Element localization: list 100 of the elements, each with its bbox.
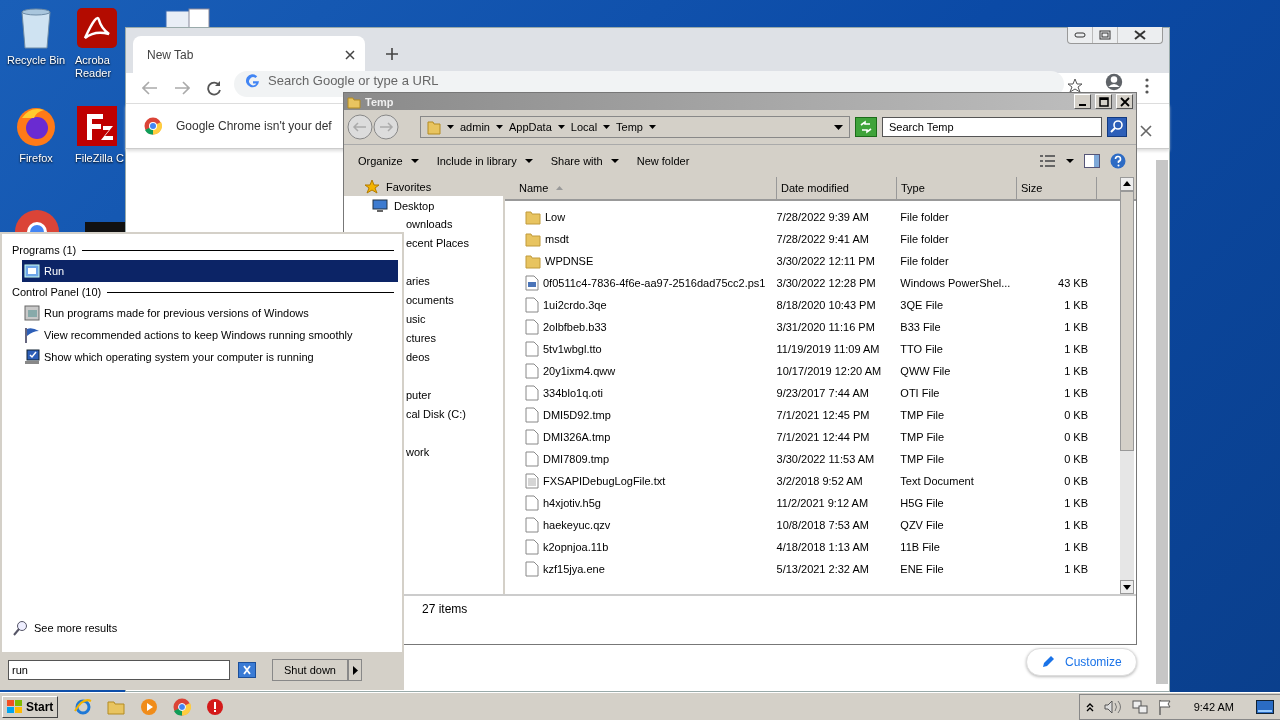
table-cell-text: File folder [900, 211, 950, 223]
table-cell: 1 KB [1064, 321, 1088, 333]
file-name[interactable]: 2olbfbeb.b33 [543, 321, 607, 333]
file-name[interactable]: 334blo1q.oti [543, 387, 603, 399]
search-result[interactable]: Run programs made for previous versions of Windows [6, 302, 398, 324]
table-cell-text: TMP File [900, 453, 946, 465]
browser-tab[interactable]: New Tab [133, 36, 365, 73]
sidebar-item[interactable]: Favorites [344, 177, 503, 196]
file-name[interactable]: DMI326A.tmp [543, 431, 611, 443]
section-heading: Programs (1) [12, 244, 77, 256]
table-cell: 1 KB [1064, 497, 1088, 509]
section-heading: Control Panel (10) [12, 286, 102, 298]
customize-button[interactable]: Customize [1026, 648, 1137, 676]
search-field[interactable]: Search Temp [882, 117, 1102, 137]
table-cell-text: 3/30/2022 11:53 AM [776, 453, 876, 465]
file-name[interactable]: haekeyuc.qzv [543, 519, 611, 531]
table-cell-text: 11B File [900, 541, 941, 553]
table-cell: 1 KB [1064, 299, 1088, 311]
table-cell-text: 11/19/2019 11:09 AM [776, 343, 881, 355]
file-name[interactable]: msdt [545, 233, 569, 245]
file-name[interactable]: 1ui2crdo.3qe [543, 299, 607, 311]
clock: 9:42 AM [1193, 701, 1234, 713]
table-cell-text: 3/30/2022 12:28 PM [776, 277, 877, 289]
sidebar-item[interactable]: deos [406, 348, 503, 367]
item-count: 27 items [422, 602, 468, 616]
column-header[interactable]: Date modified [777, 177, 897, 199]
table-cell-text: 3QE File [900, 299, 945, 311]
search-result[interactable]: Run [22, 260, 398, 282]
desktop-icon-label: Firefox [18, 152, 54, 165]
toolbar-button[interactable]: Include in library [432, 153, 537, 169]
sidebar-item[interactable]: puter [406, 386, 503, 405]
table-cell-text: QZV File [900, 519, 945, 531]
table-cell: 43 KB [1058, 277, 1088, 289]
file-name[interactable]: kzf15jya.ene [543, 563, 605, 575]
table-cell: 1 KB [1064, 387, 1088, 399]
file-name[interactable]: h4xjotiv.h5g [543, 497, 601, 509]
file-name[interactable]: 5tv1wbgl.tto [543, 343, 602, 355]
address-bar[interactable]: admin AppData Local Temp [420, 116, 850, 138]
toolbar-button[interactable]: Organize [354, 153, 423, 169]
table-cell-text: 3/2/2018 9:52 AM [776, 475, 864, 487]
table-cell-text: 7/1/2021 12:44 PM [776, 431, 871, 443]
table-cell: 1 KB [1064, 519, 1088, 531]
sidebar-item[interactable]: work [406, 443, 503, 462]
table-cell-text: Windows PowerShel... [900, 277, 1012, 289]
column-header[interactable]: Type [897, 177, 1017, 199]
table-cell-text: OTI File [900, 387, 941, 399]
sidebar-item[interactable]: ownloads [406, 215, 503, 234]
start-button[interactable]: Start [2, 696, 59, 718]
table-cell-text: ENE File [900, 563, 945, 575]
file-name[interactable]: Low [545, 211, 566, 223]
table-cell-text: 4/18/2018 1:13 AM [776, 541, 870, 553]
table-cell-text: TTO File [900, 343, 944, 355]
file-name[interactable]: WPDNSE [545, 255, 594, 267]
file-name[interactable]: FXSAPIDebugLogFile.txt [543, 475, 666, 487]
sidebar-item[interactable]: cal Disk (C:) [406, 405, 503, 424]
breadcrumb-item[interactable]: Local [570, 121, 598, 133]
window-title: Temp [365, 95, 394, 108]
table-cell: 0 KB [1064, 453, 1088, 465]
table-cell-text: 7/28/2022 9:41 AM [776, 233, 870, 245]
search-result[interactable]: Show which operating system your computer is running [6, 346, 398, 368]
breadcrumb-item[interactable]: Temp [616, 121, 643, 133]
breadcrumb-item[interactable]: AppData [508, 121, 552, 133]
table-cell-text: TMP File [900, 409, 946, 421]
breadcrumb-item[interactable]: admin [460, 121, 490, 133]
infobar-message: Google Chrome isn't your def [176, 119, 332, 133]
address-placeholder: Search Google or type a URL [268, 74, 439, 88]
table-cell-text: 11/2/2021 9:12 AM [776, 497, 870, 509]
sidebar-item[interactable]: aries [406, 272, 503, 291]
toolbar-button[interactable]: New folder [632, 153, 694, 169]
table-cell: 0 KB [1064, 409, 1088, 421]
table-cell-text: 5/13/2021 2:32 AM [776, 563, 870, 575]
file-name[interactable]: k2opnjoa.11b [543, 541, 609, 553]
table-cell: 1 KB [1064, 541, 1088, 553]
sidebar-item[interactable]: ctures [406, 329, 503, 348]
sidebar-item[interactable]: ecent Places [406, 234, 503, 253]
table-cell-text: H5G File [900, 497, 945, 509]
file-name[interactable]: DMI7809.tmp [543, 453, 610, 465]
file-name[interactable]: 20y1ixm4.qww [543, 365, 616, 377]
search-field[interactable]: run [8, 660, 230, 680]
see-more-results-link[interactable]: See more results [6, 620, 398, 636]
table-cell-text: 3/30/2022 12:11 PM [776, 255, 876, 267]
table-cell-text: File folder [900, 233, 950, 245]
shut-down-button[interactable]: Shut down [272, 659, 348, 681]
sidebar-item[interactable]: usic [406, 310, 503, 329]
table-cell: 0 KB [1064, 431, 1088, 443]
file-name[interactable]: 0f0511c4-7836-4f6e-aa97-2516dad75cc2.ps1 [543, 277, 766, 289]
table-cell: 1 KB [1064, 365, 1088, 377]
sidebar-item[interactable]: Desktop [344, 196, 503, 215]
table-cell: 1 KB [1064, 343, 1088, 355]
sidebar-item[interactable]: ocuments [406, 291, 503, 310]
search-result[interactable]: View recommended actions to keep Windows running smoothly [6, 324, 398, 346]
desktop-icon-label: Acroba Reader [75, 54, 113, 80]
desktop-icon-label: Recycle Bin [5, 54, 67, 67]
column-header[interactable]: Size [1017, 177, 1097, 199]
table-cell: 1 KB [1064, 563, 1088, 575]
toolbar-button[interactable]: Share with [546, 153, 623, 169]
table-cell-text: 3/31/2020 11:16 PM [776, 321, 876, 333]
column-header[interactable]: Name [505, 177, 777, 199]
table-cell-text: B33 File [900, 321, 942, 333]
file-name[interactable]: DMI5D92.tmp [543, 409, 611, 421]
